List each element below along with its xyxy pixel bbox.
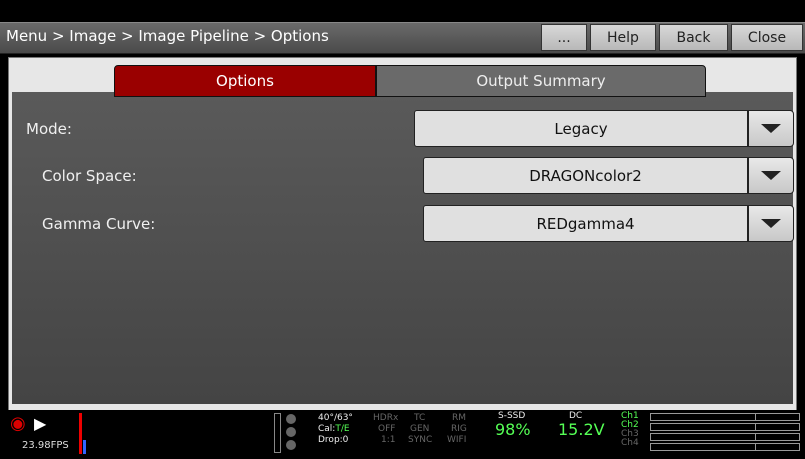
color-space-select[interactable]: DRAGONcolor2 [423, 157, 748, 194]
media-percent: 98% [495, 420, 531, 439]
caret-down-icon [761, 171, 781, 180]
mode-select[interactable]: Legacy [414, 110, 748, 147]
caret-down-icon [761, 124, 781, 133]
fps-readout: 23.98FPS [22, 440, 69, 451]
hdrx-ratio: 1:1 [381, 435, 396, 445]
audio-level-red [79, 413, 82, 454]
tab-options[interactable]: Options [114, 65, 376, 97]
close-button[interactable]: Close [731, 24, 803, 51]
breadcrumb: Menu > Image > Image Pipeline > Options [6, 27, 329, 45]
rm-rig: RIG [451, 424, 467, 434]
tc-sync: SYNC [408, 435, 433, 445]
status-indicator-box [274, 413, 281, 453]
audio-meter-ch1 [650, 413, 800, 421]
tc-gen: GEN [410, 424, 430, 434]
rm-wifi: WIFI [447, 435, 467, 445]
ch4-label: Ch4 [621, 438, 639, 448]
more-button[interactable]: ... [541, 24, 587, 51]
back-button[interactable]: Back [659, 24, 728, 51]
caret-down-icon [761, 219, 781, 228]
mode-dropdown-button[interactable] [748, 110, 794, 147]
dc-voltage: 15.2V [558, 420, 605, 439]
play-icon[interactable]: ▶ [34, 414, 46, 433]
camera-record-icon[interactable]: ◉ [10, 413, 26, 434]
mode-label: Mode: [26, 120, 72, 138]
hdrx-label: HDRx [373, 413, 399, 423]
drop-readout: Drop:0 [318, 435, 349, 445]
hdrx-value: OFF [378, 424, 396, 434]
cal-value: T/E [335, 424, 350, 434]
help-button[interactable]: Help [590, 24, 656, 51]
audio-meter-ch3 [650, 433, 800, 441]
status-dot [286, 414, 296, 424]
gamma-curve-dropdown-button[interactable] [748, 205, 794, 242]
rm-label: RM [452, 413, 467, 423]
status-dot [286, 427, 296, 437]
color-space-dropdown-button[interactable] [748, 157, 794, 194]
audio-level-blue [83, 440, 86, 454]
gamma-curve-select[interactable]: REDgamma4 [423, 205, 748, 242]
tab-output-summary[interactable]: Output Summary [376, 65, 706, 97]
cal-readout: Cal:T/E [318, 424, 350, 435]
options-screen: Menu > Image > Image Pipeline > Options … [0, 0, 805, 459]
tc-label: TC [414, 413, 426, 423]
cal-label: Cal: [318, 424, 336, 434]
audio-meter-ch2 [650, 423, 800, 431]
gamma-curve-label: Gamma Curve: [42, 215, 156, 233]
status-dot [286, 440, 296, 450]
audio-meter-ch4 [650, 443, 800, 451]
color-space-label: Color Space: [42, 167, 137, 185]
temp-readout: 40°/63° [318, 413, 353, 423]
